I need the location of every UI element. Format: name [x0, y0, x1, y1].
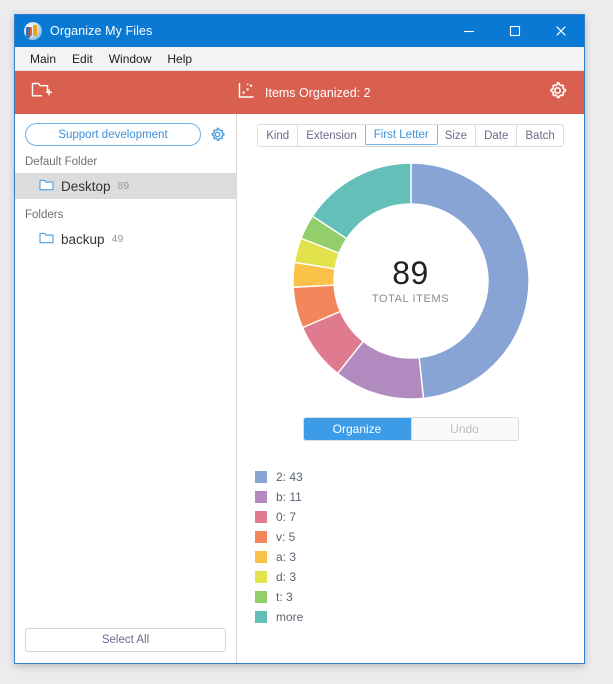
legend-label: 0: 7: [276, 510, 297, 524]
window-controls: [446, 15, 584, 47]
menu-item-window[interactable]: Window: [101, 50, 160, 68]
legend-swatch: [255, 611, 267, 623]
sidebar-item-count: 49: [111, 233, 124, 245]
legend-item[interactable]: b: 11: [255, 487, 584, 507]
sidebar-item-label: backup: [61, 231, 105, 247]
donut-chart: 89 TOTAL ITEMS: [287, 157, 535, 405]
legend-item[interactable]: t: 3: [255, 587, 584, 607]
menu-item-edit[interactable]: Edit: [64, 50, 101, 68]
sidebar-group-label-folders: Folders: [25, 209, 64, 221]
sidebar-item-desktop[interactable]: Desktop 89: [15, 173, 236, 199]
legend-swatch: [255, 591, 267, 603]
sidebar-group-label-default-folder: Default Folder: [25, 156, 98, 168]
maximize-icon[interactable]: [492, 15, 538, 47]
menu-bar: Main Edit Window Help: [15, 47, 584, 71]
app-logo-icon: [24, 22, 42, 40]
legend-label: b: 11: [276, 490, 302, 504]
gear-icon[interactable]: [209, 126, 226, 143]
chart-legend: 2: 43 b: 11 0: 7 v: 5 a: 3 d: 3 t: 3 more: [237, 467, 584, 627]
folder-icon: [39, 178, 54, 194]
donut-slice[interactable]: [409, 162, 530, 400]
toolbar-center: Items Organized: 2: [237, 81, 530, 105]
folder-icon: [39, 231, 54, 247]
chart-area: 89 TOTAL ITEMS: [237, 157, 584, 405]
minimize-icon[interactable]: [446, 15, 492, 47]
legend-swatch: [255, 551, 267, 563]
main-panel: Kind Extension First Letter Size Date Ba…: [237, 114, 584, 663]
tab-group: Kind Extension First Letter Size Date Ba…: [257, 124, 564, 147]
legend-item[interactable]: more: [255, 607, 584, 627]
legend-item[interactable]: a: 3: [255, 547, 584, 567]
legend-label: more: [276, 610, 304, 624]
gear-icon[interactable]: [547, 80, 568, 106]
app-window: Organize My Files Main Edit Window Help: [14, 14, 585, 664]
chart-icon: [237, 81, 256, 105]
legend-swatch: [255, 491, 267, 503]
legend-item[interactable]: 2: 43: [255, 467, 584, 487]
tab-date[interactable]: Date: [476, 125, 518, 146]
tab-batch[interactable]: Batch: [517, 125, 563, 146]
organize-button[interactable]: Organize: [303, 418, 411, 440]
items-organized-status: Items Organized: 2: [265, 85, 371, 100]
legend-swatch: [255, 531, 267, 543]
tab-size[interactable]: Size: [436, 125, 477, 146]
legend-label: t: 3: [276, 590, 293, 604]
legend-item[interactable]: 0: 7: [255, 507, 584, 527]
window-title: Organize My Files: [50, 24, 153, 38]
sidebar-item-count: 89: [117, 180, 130, 192]
tab-bar: Kind Extension First Letter Size Date Ba…: [237, 124, 584, 147]
menu-item-main[interactable]: Main: [22, 50, 64, 68]
sidebar-footer: Select All: [15, 628, 236, 663]
action-button-group: Organize Undo: [302, 417, 519, 441]
donut-chart-svg: [291, 162, 530, 400]
tab-first-letter[interactable]: First Letter: [364, 125, 438, 145]
toolbar: Items Organized: 2: [15, 71, 584, 114]
legend-label: d: 3: [276, 570, 297, 584]
sidebar-item-label: Desktop: [61, 178, 111, 194]
sidebar-header: Support development: [15, 114, 236, 146]
window-body: Support development Default Folder Deskt…: [15, 114, 584, 663]
legend-swatch: [255, 571, 267, 583]
legend-label: v: 5: [276, 530, 296, 544]
title-bar: Organize My Files: [15, 15, 584, 47]
toolbar-right: [530, 80, 584, 106]
tab-extension[interactable]: Extension: [298, 125, 366, 146]
undo-button: Undo: [410, 418, 518, 440]
menu-item-help[interactable]: Help: [159, 50, 200, 68]
folder-add-icon[interactable]: [31, 80, 53, 105]
sidebar-item-backup[interactable]: backup 49: [15, 226, 236, 252]
legend-label: 2: 43: [276, 470, 303, 484]
sidebar: Support development Default Folder Deskt…: [15, 114, 237, 663]
select-all-button[interactable]: Select All: [25, 628, 226, 652]
legend-swatch: [255, 471, 267, 483]
close-icon[interactable]: [538, 15, 584, 47]
legend-item[interactable]: v: 5: [255, 527, 584, 547]
tab-kind[interactable]: Kind: [258, 125, 299, 146]
legend-label: a: 3: [276, 550, 297, 564]
action-buttons: Organize Undo: [237, 417, 584, 441]
legend-item[interactable]: d: 3: [255, 567, 584, 587]
legend-swatch: [255, 511, 267, 523]
support-development-button[interactable]: Support development: [25, 123, 201, 146]
screen: Organize My Files Main Edit Window Help: [0, 0, 613, 684]
toolbar-left: [15, 80, 237, 105]
